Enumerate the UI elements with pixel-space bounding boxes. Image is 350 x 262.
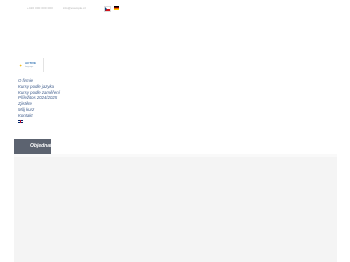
logo-mark-icon: ✦ — [19, 63, 23, 68]
nav-item-contact[interactable]: Kontakt — [18, 113, 60, 119]
nav-item-language-en[interactable] — [18, 119, 60, 124]
flag-de-icon[interactable] — [114, 6, 119, 10]
phone-link[interactable]: +420 000 000 000 — [27, 6, 53, 10]
logo-name: ACTIVE — [25, 61, 37, 65]
main-navigation: O firmie Kursy podle jazyka Kursy podle … — [18, 78, 60, 124]
order-button[interactable]: Objednat — [14, 139, 51, 154]
flag-en-icon — [18, 119, 23, 124]
site-logo[interactable]: ✦ ACTIVE language — [15, 58, 44, 72]
flag-cz-icon[interactable] — [104, 6, 111, 12]
top-bar: +420 000 000 000 info@example.cz — [0, 0, 350, 18]
nav-item-courses-by-language[interactable]: Kursy podle jazyka — [18, 84, 60, 90]
email-link[interactable]: info@example.cz — [63, 6, 86, 10]
content-panel — [14, 157, 337, 262]
logo-subtitle: language — [25, 66, 34, 68]
